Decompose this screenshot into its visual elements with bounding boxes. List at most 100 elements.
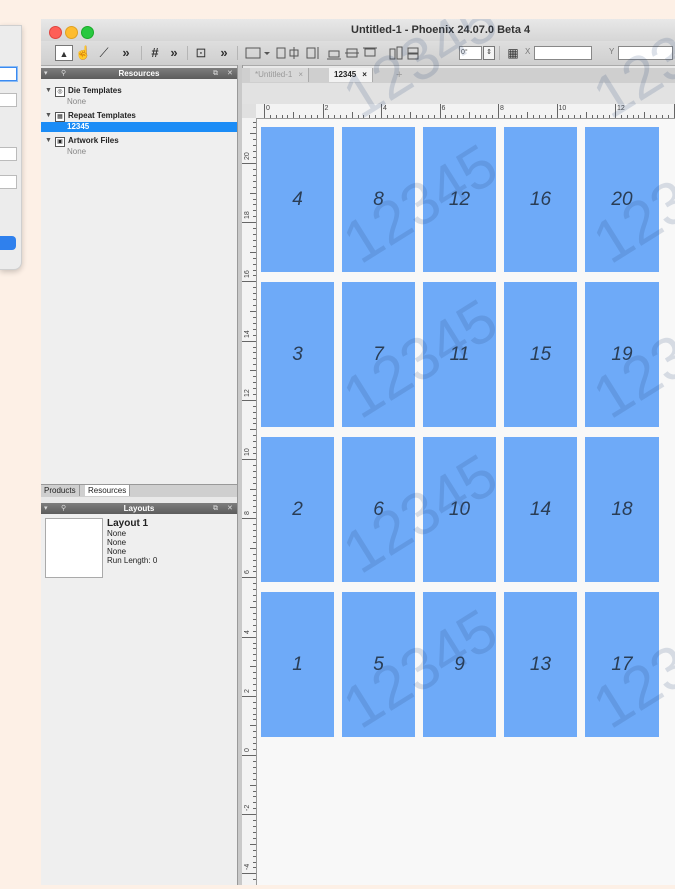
layouts-list: Layout 1 None None None Run Length: 0 (41, 514, 237, 885)
repeat-cell[interactable]: 9 (423, 592, 496, 737)
knife-icon[interactable]: ⟋ (97, 45, 111, 61)
pointer-icon[interactable]: ▲ (55, 45, 73, 61)
ruler-tick (445, 115, 447, 118)
detach-panel-icon[interactable]: ⧉ (213, 68, 218, 79)
close-tab-icon[interactable]: × (298, 70, 303, 79)
close-tab-icon[interactable]: × (362, 70, 367, 79)
minimize-window-button[interactable] (65, 26, 78, 39)
dialog-field-3[interactable] (0, 147, 17, 161)
main-window: Untitled-1 - Phoenix 24.07.0 Beta 4 ▲ ☝ … (41, 19, 675, 885)
detach-panel-icon[interactable]: ⧉ (213, 503, 218, 514)
ruler-label: 4 (383, 105, 387, 112)
tree-group-repeat-templates[interactable]: ▼ ▦ Repeat Templates (41, 111, 237, 122)
resources-panel-title: Resources (118, 69, 160, 78)
tab-label: *Untitled-1 (255, 70, 293, 79)
ruler-tick (351, 112, 353, 118)
layout-thumbnail[interactable] (45, 518, 103, 578)
ruler-tick (253, 234, 256, 236)
ruler-tick (480, 115, 482, 118)
tree-group-artwork-files[interactable]: ▼ ▣ Artwork Files (41, 136, 237, 147)
repeat-cell[interactable]: 17 (585, 592, 659, 737)
horizontal-ruler[interactable]: 0 2 4 6 8 10 12 (256, 104, 675, 119)
repeat-cell[interactable]: 13 (504, 592, 577, 737)
ruler-tick (457, 115, 459, 118)
ruler-origin[interactable] (242, 104, 257, 119)
ruler-tick (574, 115, 576, 118)
repeat-cell[interactable]: 19 (585, 282, 659, 427)
ruler-tick (345, 115, 347, 118)
repeat-cell[interactable]: 1 (261, 592, 334, 737)
canvas[interactable]: 4 3 2 1 8 7 6 5 12 11 10 9 16 15 14 13 20 19 18 17 12345 1234… (257, 19, 675, 885)
close-panel-icon[interactable]: ✕ (227, 68, 233, 79)
dialog-field-2[interactable] (0, 93, 17, 107)
layout-item[interactable]: Layout 1 None None None Run Length: 0 (107, 518, 157, 565)
ruler-tick (253, 494, 256, 496)
ruler-tick (253, 701, 256, 703)
close-panel-icon[interactable]: ✕ (227, 503, 233, 514)
ruler-label: 0 (244, 748, 251, 752)
background-dialog (0, 25, 22, 270)
repeat-cell[interactable]: 18 (585, 437, 659, 582)
disclosure-triangle-icon[interactable]: ▼ (45, 111, 52, 121)
repeat-cell[interactable]: 15 (504, 282, 577, 427)
repeat-cell[interactable]: 12 (423, 127, 496, 272)
rotation-field[interactable]: 0° (459, 46, 482, 60)
tab-products[interactable]: Products (41, 485, 80, 496)
ruler-tick (357, 115, 359, 118)
repeat-cell[interactable]: 11 (423, 282, 496, 427)
align-tools[interactable] (245, 45, 455, 61)
ruler-label: 8 (500, 105, 504, 112)
ruler-tick (253, 849, 256, 851)
ruler-label: 8 (244, 511, 251, 516)
disclosure-triangle-icon[interactable]: ▼ (45, 136, 52, 146)
repeat-cell[interactable]: 3 (261, 282, 334, 427)
dialog-default-button[interactable] (0, 236, 16, 250)
ruler-tick (250, 251, 256, 253)
ruler-tick (404, 115, 406, 118)
ruler-tick (433, 115, 435, 118)
repeat-cell[interactable]: 2 (261, 437, 334, 582)
ruler-tick (253, 435, 256, 437)
rotation-stepper[interactable]: ⇕ (483, 46, 495, 60)
ruler-tick (562, 115, 564, 118)
y-coordinate-field[interactable] (618, 46, 673, 60)
ruler-tick (250, 370, 256, 372)
dialog-field-1[interactable] (0, 67, 17, 81)
tab-12345[interactable]: 12345 × (329, 68, 373, 82)
tree-item-label: None (67, 97, 87, 106)
repeat-cell[interactable]: 7 (342, 282, 415, 427)
repeat-cell[interactable]: 5 (342, 592, 415, 737)
ruler-tick (253, 328, 256, 330)
grid-icon[interactable]: # (147, 45, 163, 61)
ruler-label: 12 (244, 389, 251, 397)
more-tools-icon[interactable]: » (167, 45, 181, 61)
repeat-cell[interactable]: 20 (585, 127, 659, 272)
add-tab-icon[interactable]: + (396, 68, 402, 82)
tab-untitled-1[interactable]: *Untitled-1 × (250, 68, 310, 82)
ruler-tick (253, 802, 256, 804)
zoom-icon[interactable]: ⊡ (193, 45, 209, 61)
dialog-field-4[interactable] (0, 175, 17, 189)
tree-group-die-templates[interactable]: ▼ ◎ Die Templates (41, 86, 237, 97)
disclosure-triangle-icon[interactable]: ▼ (45, 86, 52, 96)
more-tools-icon[interactable]: » (217, 45, 231, 61)
repeat-cell[interactable]: 16 (504, 127, 577, 272)
ruler-tick (253, 654, 256, 656)
close-window-button[interactable] (49, 26, 62, 39)
repeat-cell[interactable]: 14 (504, 437, 577, 582)
x-coordinate-field[interactable] (534, 46, 592, 60)
zoom-window-button[interactable] (81, 26, 94, 39)
ruler-tick (253, 382, 256, 384)
tree-item-selected[interactable]: 12345 (41, 122, 237, 132)
hand-icon[interactable]: ☝ (75, 45, 91, 61)
repeat-cell[interactable]: 4 (261, 127, 334, 272)
ruler-tick (615, 104, 616, 118)
step-repeat-icon[interactable]: ▦ (505, 45, 521, 61)
more-tools-icon[interactable]: » (119, 45, 133, 61)
vertical-ruler[interactable]: 20 18 16 14 12 10 8 6 4 2 0 -2 -4 (242, 118, 257, 885)
tab-resources[interactable]: Resources (85, 485, 131, 496)
repeat-cell[interactable]: 6 (342, 437, 415, 582)
repeat-cell[interactable]: 8 (342, 127, 415, 272)
repeat-cell[interactable]: 10 (423, 437, 496, 582)
ruler-tick (253, 127, 256, 129)
